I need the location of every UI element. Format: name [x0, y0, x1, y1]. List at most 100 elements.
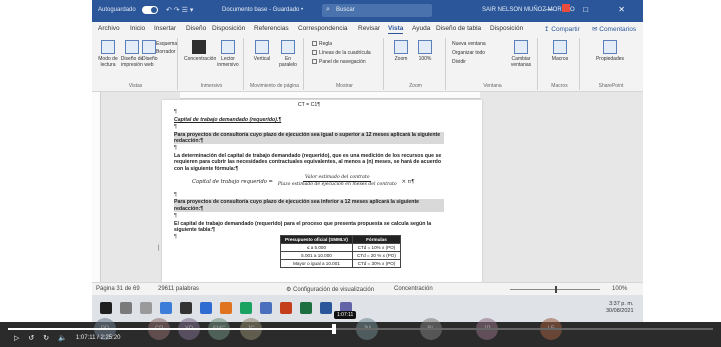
group-movimiento: Vertical En paralelo Movimiento de págin…: [246, 38, 304, 90]
paragraph-table-intro: El capital de trabajo demandado (requeri…: [174, 220, 432, 233]
vertical-icon: [255, 40, 269, 54]
empty-paragraph: ¶: [174, 109, 177, 116]
start-icon[interactable]: [100, 302, 112, 314]
seek-tooltip: 1:07:11: [334, 311, 357, 319]
tab-insertar[interactable]: Insertar: [154, 25, 176, 32]
formula-denominator: Plazo estimado de ejecución en meses del…: [277, 182, 397, 188]
group-zoom: Zoom 100% Zoom: [386, 38, 446, 90]
immersive-reader-icon: [221, 40, 235, 54]
task-view-icon[interactable]: [140, 302, 152, 314]
table-cell[interactable]: CTd = 20 % x (PO): [351, 251, 401, 260]
group-label-mostrar: Mostrar: [336, 83, 353, 89]
share-button[interactable]: ↥ Compartir: [544, 25, 580, 33]
firefox-icon[interactable]: [220, 302, 232, 314]
horizontal-ruler[interactable]: [180, 92, 480, 99]
zoom-slider[interactable]: [510, 286, 600, 293]
excel-icon[interactable]: [300, 302, 312, 314]
chrome-icon[interactable]: [240, 302, 252, 314]
side-by-side-button[interactable]: En paralelo: [276, 40, 300, 68]
skip-forward-icon[interactable]: ↻: [43, 334, 49, 342]
formula-fraction: Valor estimado del contrato Plazo estima…: [276, 175, 399, 189]
draft-button[interactable]: Borrador: [156, 49, 175, 55]
outline-button[interactable]: Esquema: [156, 41, 177, 47]
table-header-row: Presupuesto oficial (SMMLV) Fórmulas: [280, 235, 401, 244]
tab-diseno[interactable]: Diseño: [186, 25, 206, 32]
print-layout-button[interactable]: Diseño de impresión: [120, 40, 144, 68]
word-icon[interactable]: [320, 302, 332, 314]
tab-referencias[interactable]: Referencias: [254, 25, 289, 32]
group-sharepoint: Propiedades SharePoint: [582, 38, 640, 90]
tab-inicio[interactable]: Inicio: [130, 25, 145, 32]
magnifier-icon: [394, 40, 408, 54]
skip-back-icon[interactable]: ↺: [28, 334, 34, 342]
page-count[interactable]: Página 31 de 69: [96, 286, 140, 292]
table-cell[interactable]: CTd = 10% x (PO): [351, 243, 401, 252]
zoom-100-button[interactable]: 100%: [414, 40, 436, 62]
quick-access-toolbar[interactable]: ↶ ↷ ☰ ▾: [166, 6, 193, 14]
page-text[interactable]: CT = C1¶ ¶ Capital de trabajo demandado …: [174, 102, 444, 242]
mail-icon[interactable]: [200, 302, 212, 314]
focus-button[interactable]: Concentración: [184, 40, 216, 62]
formula-lhs: Capital de trabajo requerido =: [192, 178, 273, 185]
autosave-toggle[interactable]: [142, 6, 158, 14]
group-mostrar: Regla Líneas de la cuadrícula Panel de n…: [306, 38, 384, 90]
section-heading: Capital de trabajo demandado (requerido)…: [174, 116, 282, 123]
properties-button[interactable]: Propiedades: [590, 40, 630, 62]
new-window-button[interactable]: Nueva ventana: [452, 41, 486, 47]
store-icon[interactable]: [160, 302, 172, 314]
search-input[interactable]: Buscar: [322, 4, 432, 17]
display-settings-button[interactable]: ⚙ Configuración de visualización: [286, 286, 374, 293]
focus-mode-button[interactable]: Concentración: [394, 286, 433, 292]
search-icon[interactable]: [120, 302, 132, 314]
tab-diseno-de-tabla[interactable]: Diseño de tabla: [436, 25, 481, 32]
zoom-button[interactable]: Zoom: [390, 40, 412, 62]
table-cell[interactable]: 5.001 a 10.000: [280, 251, 353, 260]
tab-disposicion[interactable]: Disposición: [212, 25, 245, 32]
table-cell[interactable]: CTd = 30% x (PO): [351, 259, 401, 268]
table-header: Presupuesto oficial (SMMLV): [280, 235, 353, 244]
table-row[interactable]: Mayor o igual a 10.001 CTd = 30% x (PO): [280, 259, 401, 268]
powerpoint-icon[interactable]: [280, 302, 292, 314]
navigation-pane-checkbox[interactable]: Panel de navegación: [312, 59, 366, 65]
paragraph-over-12-months: Para proyectos de consultoría cuyo plazo…: [174, 131, 444, 145]
word-count[interactable]: 29611 palabras: [158, 286, 199, 292]
video-progress-bar[interactable]: [8, 324, 713, 334]
reading-mode-button[interactable]: Modo de lectura: [96, 40, 120, 68]
switch-windows-button[interactable]: Cambiar ventanas: [506, 40, 536, 68]
tab-correspondencia[interactable]: Correspondencia: [298, 25, 348, 32]
immersive-reader-button[interactable]: Lector inmersivo: [214, 40, 242, 68]
zoom-level[interactable]: 100%: [612, 286, 627, 292]
teams-icon[interactable]: [260, 302, 272, 314]
requirements-table[interactable]: Presupuesto oficial (SMMLV) Fórmulas ≤ a…: [280, 235, 401, 268]
gridlines-checkbox[interactable]: Líneas de la cuadrícula: [312, 50, 371, 56]
macros-button[interactable]: Macros: [548, 40, 572, 62]
split-button[interactable]: Dividir: [452, 59, 466, 65]
video-seek-handle[interactable]: [331, 324, 336, 334]
taskbar-clock[interactable]: 3:37 p. m. 30/08/2021: [606, 301, 634, 315]
volume-icon[interactable]: 🔈: [58, 334, 67, 342]
tab-ayuda[interactable]: Ayuda: [412, 25, 430, 32]
window-buttons[interactable]: — □ ✕: [545, 5, 639, 14]
tab-revisar[interactable]: Revisar: [358, 25, 380, 32]
arrange-all-button[interactable]: Organizar todo: [452, 50, 485, 56]
table-row[interactable]: 5.001 a 10.000 CTd = 20 % x (PO): [280, 251, 401, 260]
group-label-inmersivo: Inmersivo: [200, 83, 223, 89]
ruler-checkbox[interactable]: Regla: [312, 41, 332, 47]
group-label-sharepoint: SharePoint: [598, 83, 624, 89]
calculator-icon[interactable]: [180, 302, 192, 314]
vertical-button[interactable]: Vertical: [250, 40, 274, 62]
table-cell[interactable]: Mayor o igual a 10.001: [280, 259, 353, 268]
tab-vista[interactable]: Vista: [388, 25, 404, 34]
group-vistas: Modo de lectura Diseño de impresión Dise…: [94, 38, 178, 90]
video-progress-fill: [8, 328, 334, 330]
table-cell[interactable]: ≤ a 5.000: [280, 243, 353, 252]
text-cursor-icon: |: [158, 245, 160, 251]
tab-disposicion-tabla[interactable]: Disposición: [490, 25, 523, 32]
tab-archivo[interactable]: Archivo: [98, 25, 120, 32]
web-layout-button[interactable]: Diseño web: [142, 40, 158, 68]
document-page[interactable]: CT = C1¶ ¶ Capital de trabajo demandado …: [162, 100, 482, 282]
empty-paragraph: ¶: [174, 124, 177, 131]
play-icon[interactable]: ▷: [14, 334, 19, 342]
comments-button[interactable]: ✉ Comentarios: [592, 25, 636, 33]
table-row[interactable]: ≤ a 5.000 CTd = 10% x (PO): [280, 243, 401, 252]
